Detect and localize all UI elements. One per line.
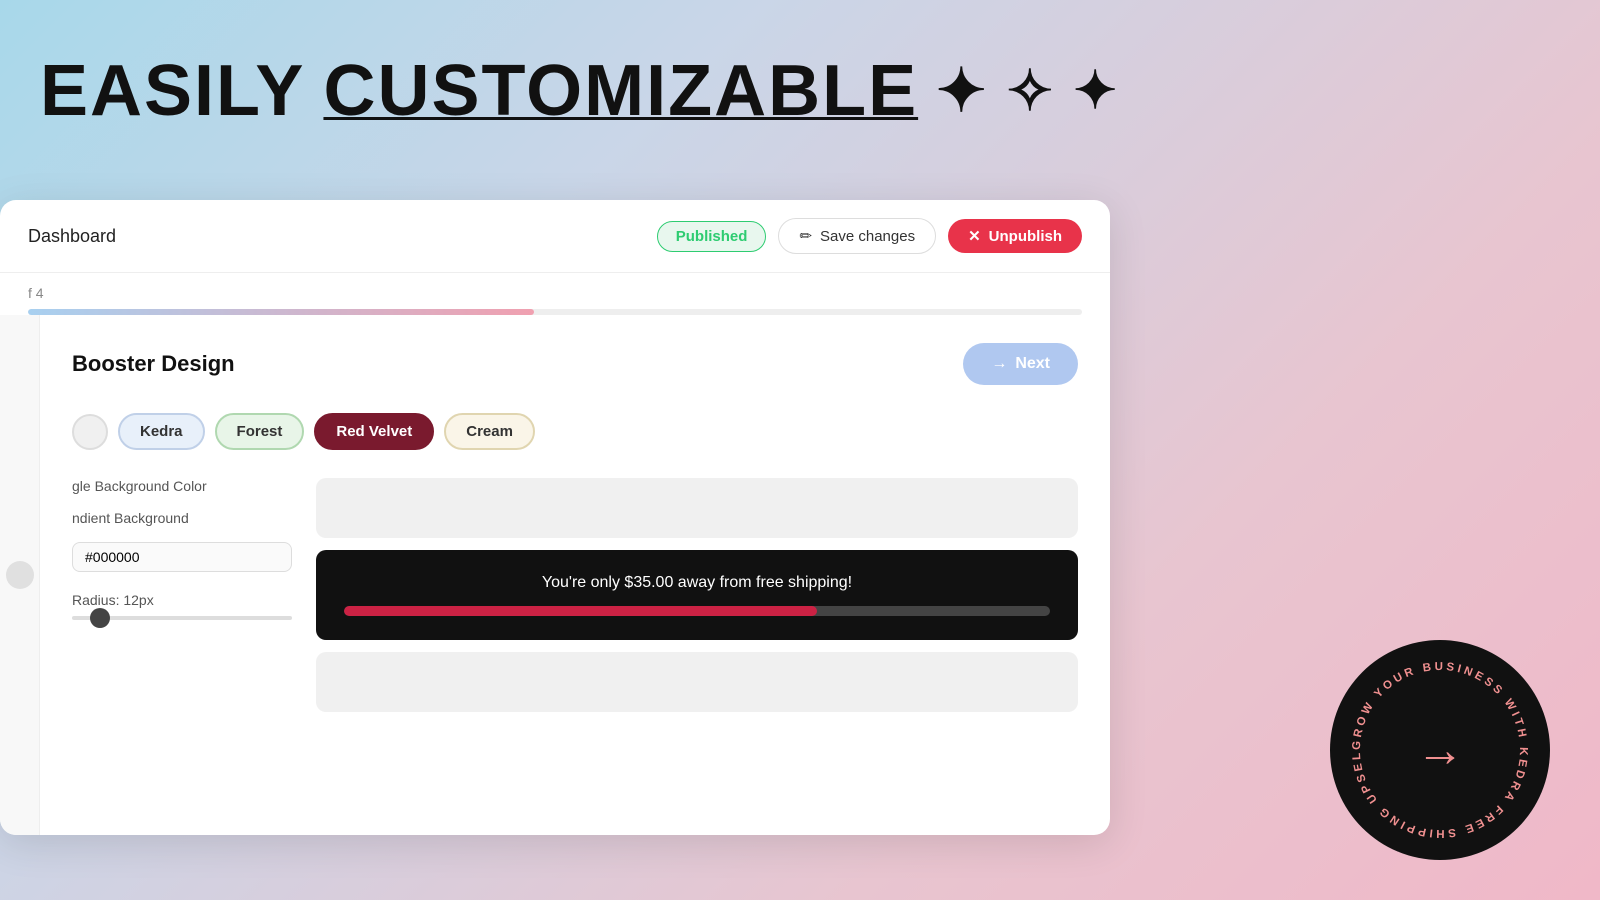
step-label: f 4 xyxy=(28,285,1082,301)
section-header: Booster Design → Next xyxy=(72,343,1078,385)
hero-title: EASILY CUSTOMIZABLE ✦ ✧ ✦ xyxy=(40,50,1119,132)
next-button[interactable]: → Next xyxy=(963,343,1078,385)
close-icon: ✕ xyxy=(968,227,981,245)
radius-label: Radius: 12px xyxy=(72,592,292,608)
circular-badge-inner: → GROW YOUR BUSINESS WITH KEDRA FREE SHI… xyxy=(1330,640,1550,860)
edit-icon: ✏ xyxy=(799,227,812,245)
theme-pill-cream[interactable]: Cream xyxy=(444,413,535,450)
preview-main-banner: You're only $35.00 away from free shippi… xyxy=(316,550,1078,640)
theme-pill-default[interactable] xyxy=(72,414,108,450)
star-small-icon: ✦ xyxy=(1073,61,1119,121)
svg-text:GROW YOUR BUSINESS WITH KEDRA: GROW YOUR BUSINESS WITH KEDRA FREE SHIPP… xyxy=(1330,640,1529,839)
star-filled-icon: ✦ xyxy=(936,56,988,126)
theme-pill-kedra[interactable]: Kedra xyxy=(118,413,205,450)
theme-cream-label: Cream xyxy=(466,423,513,440)
color-input[interactable] xyxy=(72,542,292,572)
preview-bottom-empty xyxy=(316,652,1078,712)
theme-pill-forest[interactable]: Forest xyxy=(215,413,305,450)
radius-slider-thumb[interactable] xyxy=(90,608,110,628)
banner-progress-track xyxy=(344,606,1050,616)
hero-title-part2: CUSTOMIZABLE xyxy=(323,50,918,132)
star-outline-icon: ✧ xyxy=(1006,58,1055,124)
banner-progress-fill xyxy=(344,606,817,616)
hero-title-part1: EASILY xyxy=(40,50,305,132)
circular-badge[interactable]: → GROW YOUR BUSINESS WITH KEDRA FREE SHI… xyxy=(1330,640,1550,860)
preview-top-empty xyxy=(316,478,1078,538)
gradient-label: ndient Background xyxy=(72,510,292,526)
header-actions: Published ✏ Save changes ✕ Unpublish xyxy=(657,218,1082,254)
background-label: gle Background Color xyxy=(72,478,292,494)
theme-pills: Kedra Forest Red Velvet Cream xyxy=(72,413,1078,450)
arrow-right-icon: → xyxy=(991,355,1007,373)
color-value-setting xyxy=(72,542,292,572)
theme-redvelvet-label: Red Velvet xyxy=(336,423,412,440)
breadcrumb: Dashboard xyxy=(28,226,116,247)
card-header: Dashboard Published ✏ Save changes ✕ Unp… xyxy=(0,200,1110,273)
theme-forest-label: Forest xyxy=(237,423,283,440)
section-title: Booster Design xyxy=(72,351,235,377)
save-changes-button[interactable]: ✏ Save changes xyxy=(778,218,936,254)
progress-area: f 4 xyxy=(0,273,1110,315)
circular-text-svg: GROW YOUR BUSINESS WITH KEDRA FREE SHIPP… xyxy=(1330,640,1550,860)
settings-panel: gle Background Color ndient Background R… xyxy=(72,478,292,712)
panel-toggle[interactable] xyxy=(6,561,34,589)
preview-panel: You're only $35.00 away from free shippi… xyxy=(316,478,1078,712)
save-label: Save changes xyxy=(820,228,915,245)
card-body: Booster Design → Next Kedra Forest Red V… xyxy=(0,315,1110,835)
two-col-layout: gle Background Color ndient Background R… xyxy=(72,478,1078,712)
theme-pill-redvelvet[interactable]: Red Velvet xyxy=(314,413,434,450)
left-panel xyxy=(0,315,40,835)
banner-message: You're only $35.00 away from free shippi… xyxy=(344,574,1050,592)
gradient-background-setting: ndient Background xyxy=(72,510,292,526)
radius-slider-track xyxy=(72,616,292,620)
next-label: Next xyxy=(1015,355,1050,373)
radius-setting: Radius: 12px xyxy=(72,592,292,620)
main-panel: Booster Design → Next Kedra Forest Red V… xyxy=(40,315,1110,835)
theme-kedra-label: Kedra xyxy=(140,423,183,440)
published-badge: Published xyxy=(657,221,767,252)
unpublish-button[interactable]: ✕ Unpublish xyxy=(948,219,1082,253)
background-color-setting: gle Background Color xyxy=(72,478,292,494)
unpublish-label: Unpublish xyxy=(989,228,1062,245)
main-card: Dashboard Published ✏ Save changes ✕ Unp… xyxy=(0,200,1110,835)
